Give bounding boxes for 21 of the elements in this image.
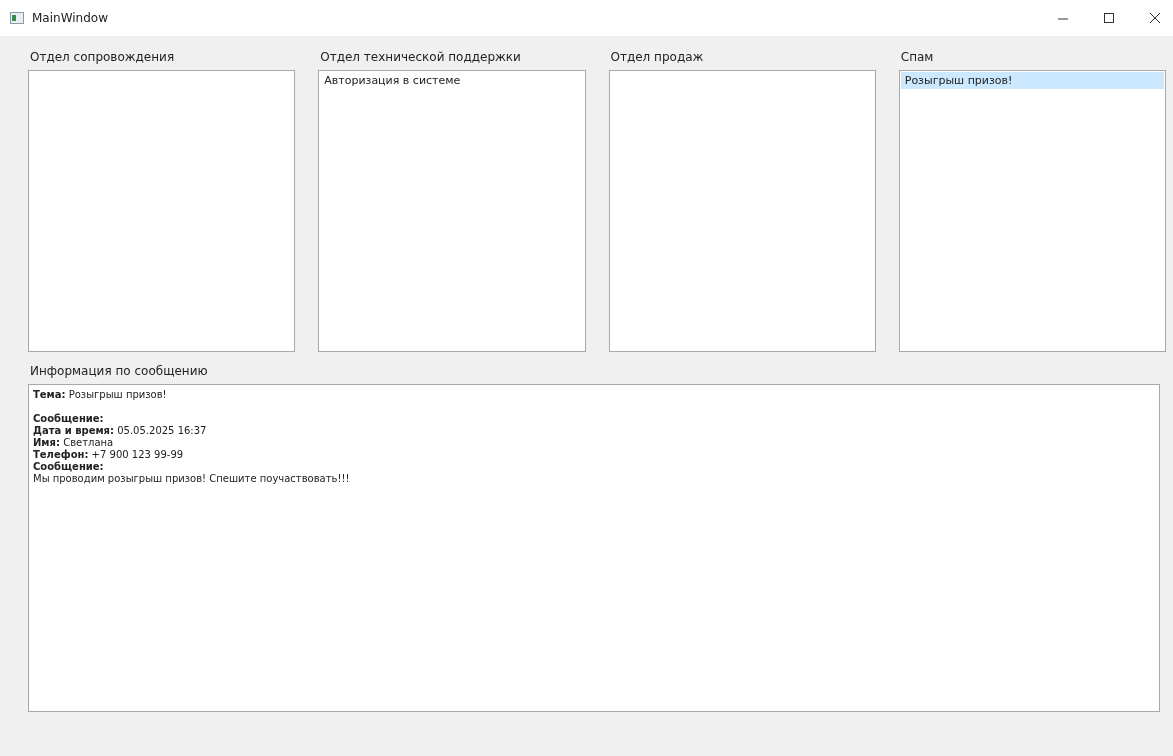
info-line: Мы проводим розыгрыш призов! Спешите поучаствовать!!! — [33, 473, 350, 485]
window-icon — [10, 12, 24, 24]
section-label: Отдел сопровождения — [29, 50, 175, 66]
section-label: Отдел продаж — [609, 50, 704, 66]
section-label: Информация по сообщению — [29, 364, 208, 380]
info-line: Дата и время: 05.05.2025 16:37 — [33, 425, 207, 437]
info-line: Сообщение: — [33, 413, 104, 425]
list-item[interactable]: Розыгрыш призов! — [900, 72, 1164, 89]
close-icon[interactable] — [1149, 12, 1161, 24]
window-title: MainWindow — [32, 11, 108, 25]
message-text-area[interactable]: Тема: Розыгрыш призов! Сообщение: Дата и время: 05.05.2025 16:37 Имя: Светлана Телефон: +7 900 123 99-99 Сообщение: Мы проводим розыгрыш призов! Спешите поучаствовать!!! — [28, 384, 1160, 712]
list-item[interactable]: Авторизация в системе — [320, 72, 584, 89]
section-label: Спам — [899, 50, 934, 66]
info-line: Телефон: +7 900 123 99-99 — [33, 449, 184, 461]
info-line: Сообщение: — [33, 461, 104, 473]
message-list[interactable]: Авторизация в системе — [318, 70, 586, 352]
info-line: Имя: Светлана — [33, 437, 114, 449]
maximize-icon[interactable] — [1103, 12, 1115, 24]
message-list[interactable]: Розыгрыш призов! — [898, 70, 1166, 352]
info-line: Тема: Розыгрыш призов! — [33, 389, 167, 401]
section-label: Отдел технической поддержки — [319, 50, 521, 66]
